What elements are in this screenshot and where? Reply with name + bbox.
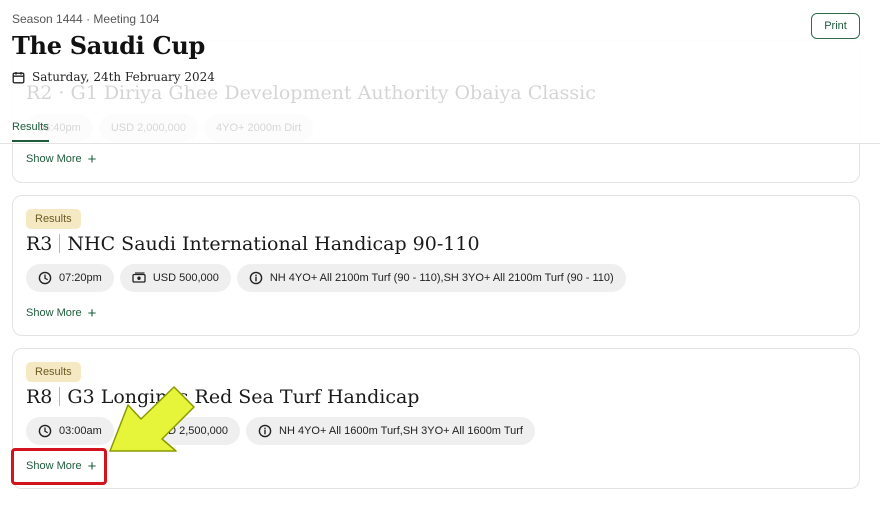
info-icon — [249, 271, 263, 285]
page-title: The Saudi Cup — [12, 31, 205, 60]
annotation-arrow-icon — [109, 386, 195, 452]
race-prize-chip: USD 2,000,000 — [98, 114, 199, 142]
race-time-chip: 07:20pm — [26, 264, 114, 292]
race-time: 03:00am — [59, 425, 102, 437]
show-more-button[interactable]: Show More + — [26, 150, 97, 168]
title-divider — [59, 387, 61, 406]
race-info-chips: 06:40pm USD 2,000,000 4YO+ 2000m Dirt — [26, 114, 596, 142]
tab-results[interactable]: Results — [12, 121, 49, 142]
money-icon — [132, 271, 146, 285]
info-icon — [258, 424, 272, 438]
race-conditions-chip: 4YO+ 2000m Dirt — [204, 114, 314, 142]
season-meeting-label: Season 1444 · Meeting 104 — [12, 12, 160, 26]
race-prize-chip: USD 500,000 — [119, 264, 231, 292]
race-number: R3 — [26, 233, 53, 255]
clock-icon — [38, 424, 52, 438]
race-title[interactable]: R3 NHC Saudi International Handicap 90-11… — [26, 233, 480, 255]
results-badge[interactable]: Results — [26, 209, 81, 229]
show-more-button[interactable]: Show More + — [26, 304, 97, 322]
race-prize: USD 500,000 — [152, 272, 219, 284]
race-info-chips: 03:00am USD 2,500,000 NH 4YO+ All 1600m … — [26, 417, 535, 445]
plus-icon: + — [87, 304, 97, 322]
race-title: R2 · G1 Diriya Ghee Development Authorit… — [26, 82, 596, 104]
race-info-chips: 07:20pm USD 500,000 NH 4YO+ All 2100m Tu… — [26, 264, 626, 292]
meeting-header: R2 · G1 Diriya Ghee Development Authorit… — [0, 0, 880, 144]
race-conditions-chip: NH 4YO+ All 1600m Turf,SH 3YO+ All 1600m… — [246, 417, 535, 445]
race-title[interactable]: R8 G3 Longines Red Sea Turf Handicap — [26, 386, 419, 408]
race-name: NHC Saudi International Handicap 90-110 — [67, 233, 480, 255]
race-r2-partial: R2 · G1 Diriya Ghee Development Authorit… — [26, 82, 596, 142]
calendar-icon — [12, 71, 25, 84]
race-time: 07:20pm — [59, 272, 102, 284]
title-divider — [59, 234, 61, 253]
race-conditions: 4YO+ 2000m Dirt — [216, 122, 302, 134]
race-time-chip: 03:00am — [26, 417, 114, 445]
results-badge[interactable]: Results — [26, 362, 81, 382]
race-prize: USD 2,000,000 — [110, 122, 187, 134]
plus-icon: + — [87, 150, 97, 168]
annotation-highlight-box — [11, 448, 107, 485]
meeting-date-text: Saturday, 24th February 2024 — [32, 70, 215, 84]
race-conditions-chip: NH 4YO+ All 2100m Turf (90 - 110),SH 3YO… — [236, 264, 626, 292]
race-conditions: NH 4YO+ All 1600m Turf,SH 3YO+ All 1600m… — [279, 425, 523, 437]
race-conditions: NH 4YO+ All 2100m Turf (90 - 110),SH 3YO… — [269, 272, 614, 284]
print-button[interactable]: Print — [811, 13, 860, 39]
race-number: R8 — [26, 386, 53, 408]
show-more-label: Show More — [26, 153, 82, 165]
clock-icon — [38, 271, 52, 285]
meeting-date: Saturday, 24th February 2024 — [12, 70, 215, 84]
race-card-r3: Results R3 NHC Saudi International Handic… — [12, 195, 860, 336]
show-more-label: Show More — [26, 307, 82, 319]
